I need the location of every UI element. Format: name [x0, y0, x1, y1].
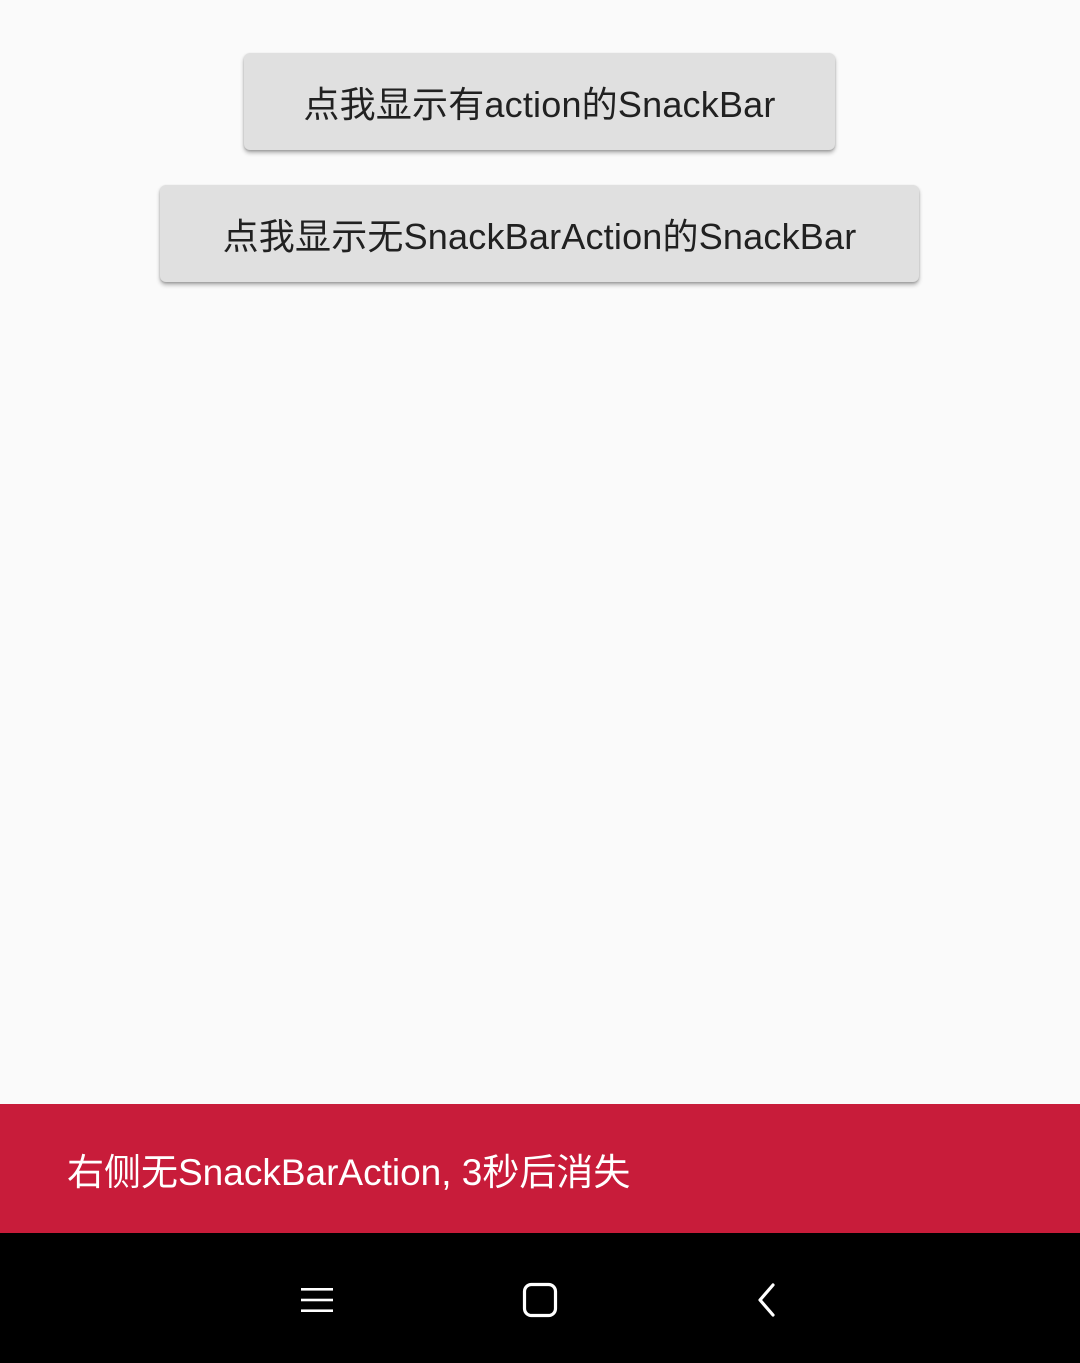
back-chevron-icon	[758, 1283, 775, 1317]
snackbar-message: 右侧无SnackBarAction, 3秒后消失	[67, 1151, 631, 1193]
home-button[interactable]	[508, 1268, 572, 1332]
back-button[interactable]	[735, 1268, 799, 1332]
app-content: 点我显示有action的SnackBar 点我显示无SnackBarAction…	[0, 0, 1080, 1104]
show-snackbar-with-action-button[interactable]: 点我显示有action的SnackBar	[244, 53, 835, 150]
system-navigation-bar	[0, 1233, 1080, 1363]
home-square-icon	[522, 1282, 558, 1318]
recent-apps-button[interactable]	[285, 1268, 349, 1332]
menu-icon	[301, 1288, 333, 1312]
show-snackbar-without-action-button[interactable]: 点我显示无SnackBarAction的SnackBar	[160, 185, 919, 282]
snackbar: 右侧无SnackBarAction, 3秒后消失	[0, 1104, 1080, 1233]
